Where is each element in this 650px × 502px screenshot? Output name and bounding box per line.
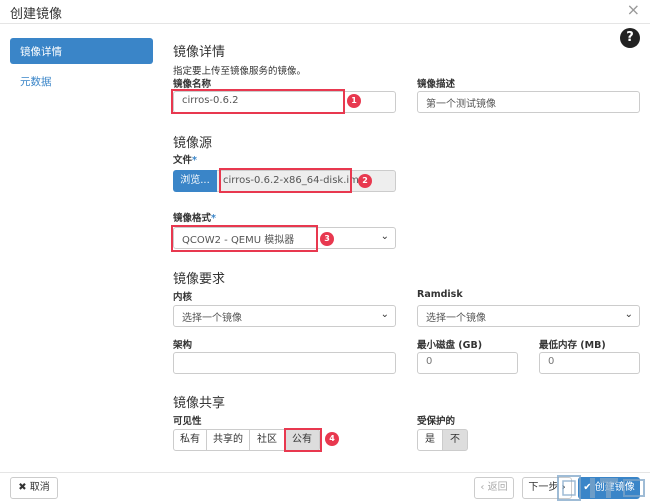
highlight-box-1 (171, 89, 345, 114)
visibility-label: 可见性 (173, 416, 202, 427)
sidebar-item-image-details[interactable]: 镜像详情 (10, 38, 153, 64)
highlight-box-4 (284, 428, 322, 452)
chevron-down-icon: ⌄ (624, 309, 633, 320)
wizard-sidebar: 镜像详情 元数据 (0, 24, 163, 472)
ramdisk-select[interactable]: 选择一个镜像 ⌄ (417, 305, 640, 327)
visibility-option-private[interactable]: 私有 (173, 429, 207, 451)
ramdisk-value: 选择一个镜像 (426, 313, 486, 324)
min-disk-label: 最小磁盘 (GB) (417, 340, 483, 351)
section-heading-requirements: 镜像要求 (173, 272, 226, 287)
dialog-title: 创建镜像 (10, 7, 63, 22)
visibility-option-community[interactable]: 社区 (249, 429, 285, 451)
kernel-label: 内核 (173, 292, 193, 303)
image-name-label: 镜像名称 (173, 79, 212, 90)
protected-option-yes[interactable]: 是 (417, 429, 443, 451)
visibility-option-shared[interactable]: 共享的 (206, 429, 250, 451)
cancel-button[interactable]: ✖ 取消 (10, 477, 58, 499)
dialog-titlebar: 创建镜像 × (0, 0, 650, 24)
callout-badge-2: 2 (358, 174, 372, 188)
callout-badge-3: 3 (320, 232, 334, 246)
file-label: 文件* (173, 155, 197, 166)
architecture-label: 架构 (173, 340, 193, 351)
details-description: 指定要上传至镜像服务的镜像。 (173, 66, 307, 77)
protected-option-no[interactable]: 不 (442, 429, 468, 451)
callout-badge-1: 1 (347, 94, 361, 108)
help-icon[interactable]: ? (620, 28, 640, 48)
ramdisk-label: Ramdisk (417, 289, 463, 300)
image-format-label: 镜像格式* (173, 213, 216, 224)
image-description-input[interactable]: 第一个测试镜像 (417, 91, 640, 113)
callout-badge-4: 4 (325, 432, 339, 446)
close-icon[interactable]: × (627, 0, 640, 19)
browse-button[interactable]: 浏览... (173, 170, 217, 192)
back-button[interactable]: ‹ 返回 (474, 477, 514, 499)
min-disk-input[interactable]: 0 (417, 352, 518, 374)
kernel-value: 选择一个镜像 (182, 313, 242, 324)
min-ram-input[interactable]: 0 (539, 352, 640, 374)
watermark-logo (557, 475, 645, 501)
min-ram-label: 最低内存 (MB) (539, 340, 606, 351)
protected-label: 受保护的 (417, 416, 456, 427)
architecture-input[interactable] (173, 352, 396, 374)
kernel-select[interactable]: 选择一个镜像 ⌄ (173, 305, 396, 327)
image-description-label: 镜像描述 (417, 79, 456, 90)
chevron-down-icon: ⌄ (380, 309, 389, 320)
sidebar-item-metadata[interactable]: 元数据 (10, 68, 153, 94)
highlight-box-3 (171, 225, 318, 252)
chevron-down-icon: ⌄ (380, 231, 389, 242)
section-heading-sharing: 镜像共享 (173, 396, 226, 411)
highlight-box-2 (219, 168, 352, 193)
section-heading-source: 镜像源 (173, 136, 213, 151)
section-heading-details: 镜像详情 (173, 45, 226, 60)
